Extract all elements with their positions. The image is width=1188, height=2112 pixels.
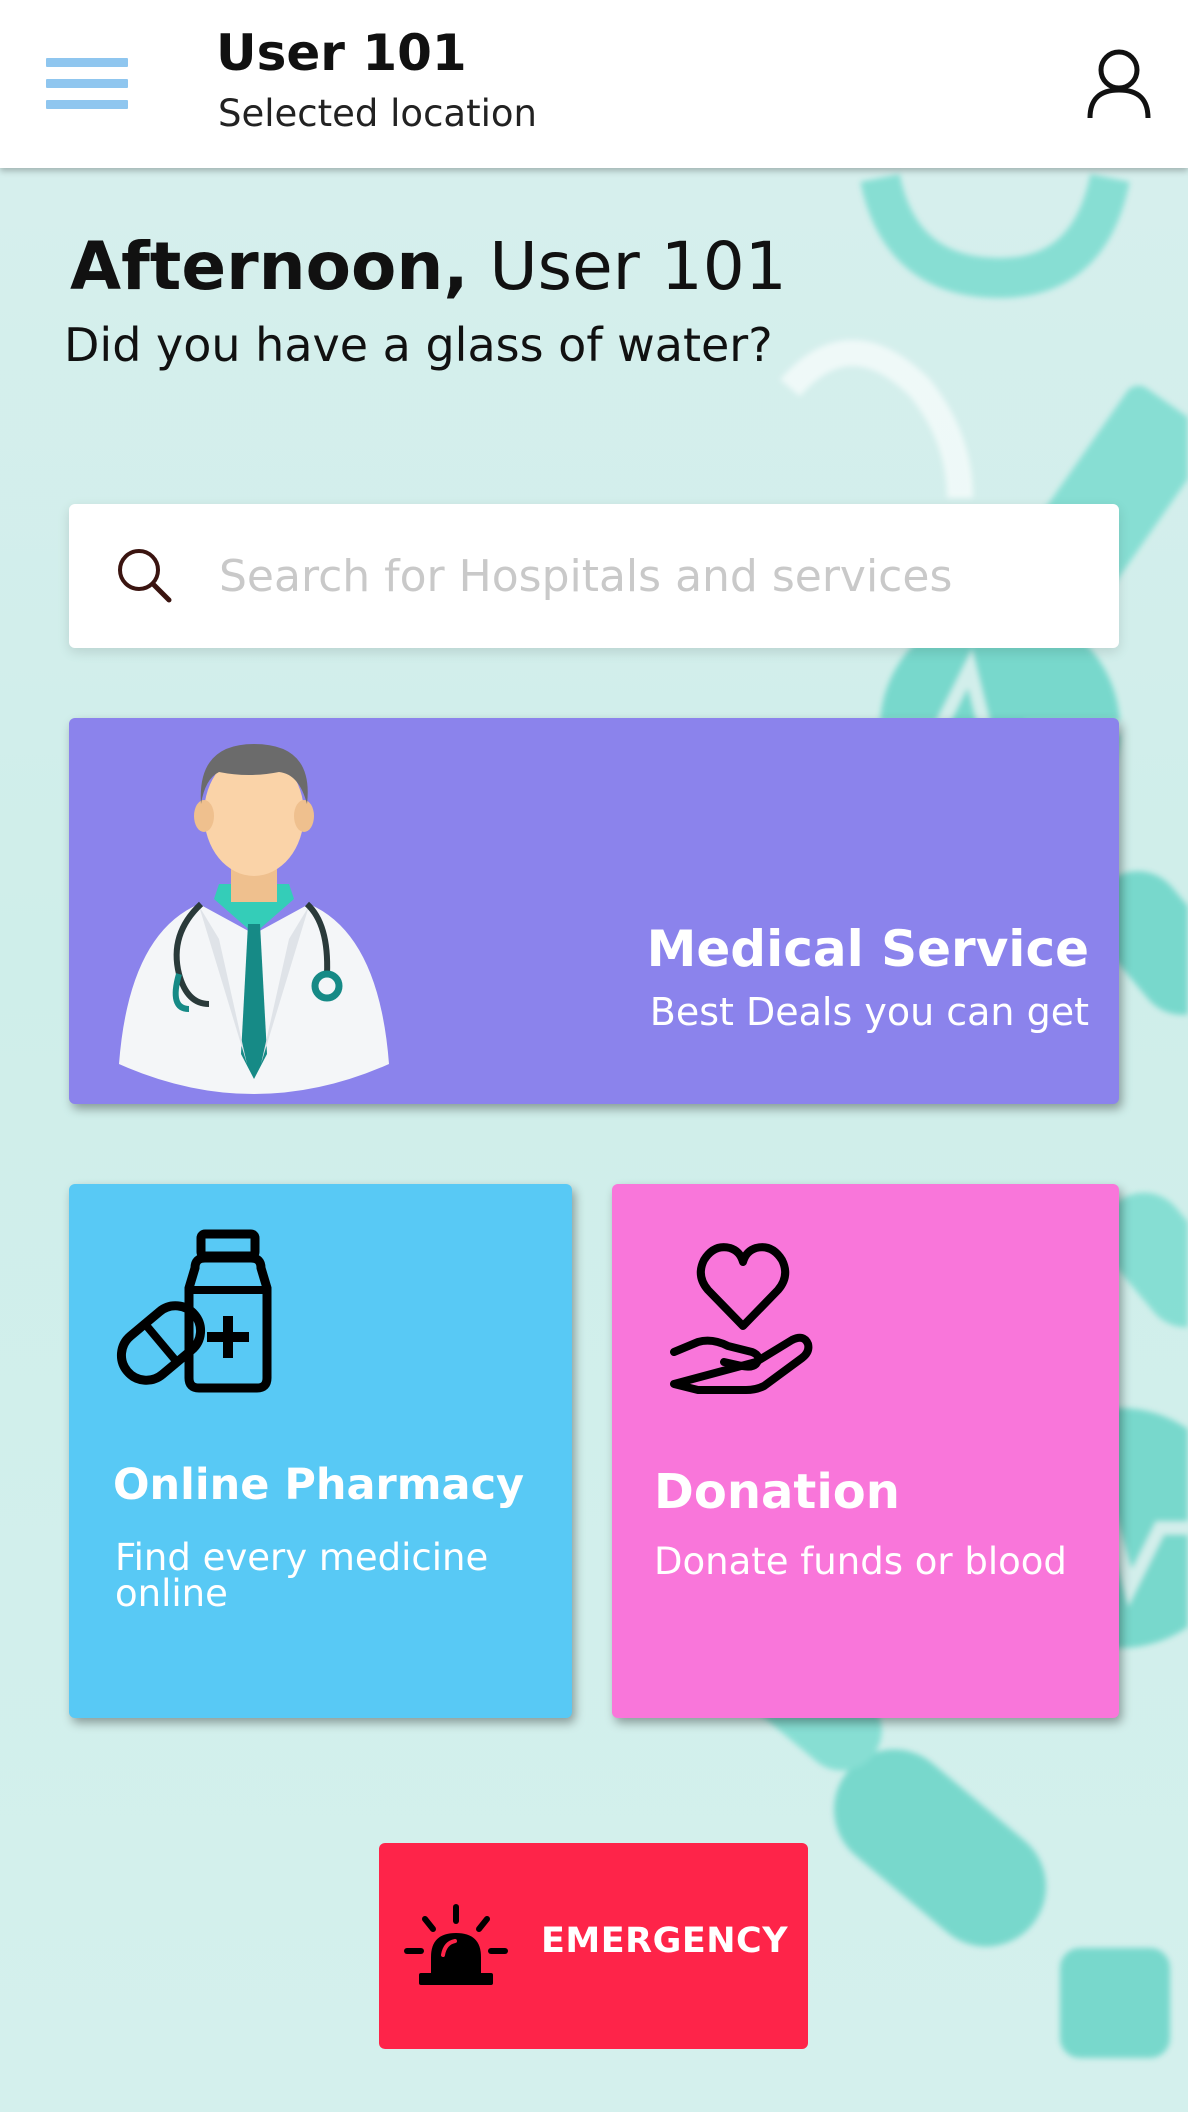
- online-pharmacy-subtitle: Find every medicine online: [115, 1536, 489, 1615]
- search-icon[interactable]: [113, 544, 177, 608]
- app-header: User 101 Selected location: [0, 0, 1188, 168]
- greeting-question: Did you have a glass of water?: [64, 318, 773, 372]
- donation-subtitle: Donate funds or blood: [654, 1540, 1067, 1583]
- medical-service-card[interactable]: Medical Service Best Deals you can get: [69, 718, 1119, 1104]
- selected-location[interactable]: Selected location: [218, 92, 537, 135]
- medical-service-subtitle: Best Deals you can get: [649, 990, 1089, 1034]
- header-user-name: User 101: [216, 24, 467, 82]
- medicine-bottle-pill-icon: [116, 1229, 272, 1393]
- medical-background-decoration: [0, 168, 1188, 2112]
- search-input[interactable]: [219, 534, 1079, 618]
- greeting-time-of-day: Afternoon,: [70, 228, 469, 305]
- emergency-button[interactable]: EMERGENCY: [379, 1843, 808, 2049]
- greeting-user-name: User 101: [489, 228, 787, 305]
- donation-title: Donation: [654, 1464, 900, 1520]
- online-pharmacy-title: Online Pharmacy: [113, 1460, 525, 1510]
- donation-card[interactable]: Donation Donate funds or blood: [612, 1184, 1119, 1718]
- online-pharmacy-card[interactable]: Online Pharmacy Find every medicine onli…: [69, 1184, 572, 1718]
- user-profile-icon[interactable]: [1086, 48, 1152, 120]
- siren-icon: [404, 1904, 508, 1985]
- emergency-label: EMERGENCY: [541, 1921, 789, 1961]
- hamburger-menu-icon[interactable]: [46, 58, 128, 110]
- medical-service-title: Medical Service: [646, 920, 1089, 978]
- doctor-illustration-icon: [119, 744, 389, 1094]
- heart-in-hand-icon: [670, 1243, 813, 1394]
- greeting-heading: Afternoon, User 101: [70, 228, 787, 305]
- search-bar[interactable]: [69, 504, 1119, 648]
